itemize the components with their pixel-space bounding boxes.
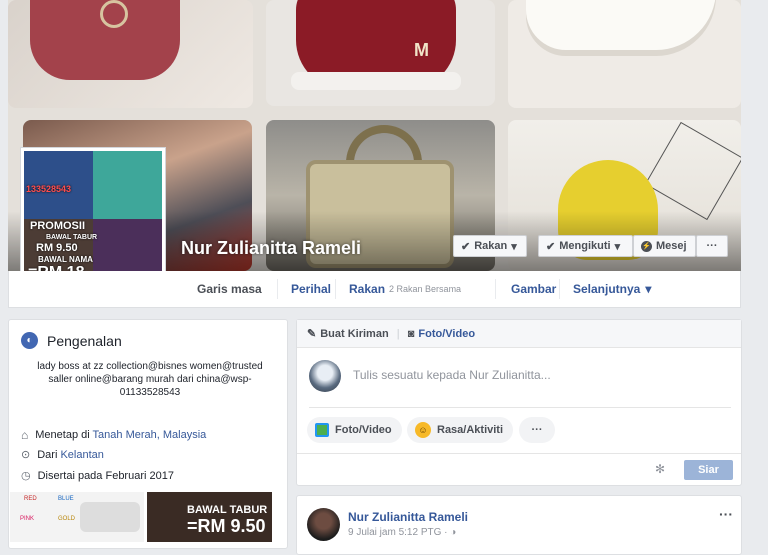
cover-image-red-shoe: M bbox=[266, 0, 495, 106]
profile-pic-text: PROMOSII bbox=[30, 220, 86, 232]
post-options-button[interactable]: ··· bbox=[719, 506, 733, 522]
intro-photo-shoes[interactable]: RED BLUE PINK GOLD bbox=[10, 492, 144, 542]
intro-lives-in: ⌂ Menetap di Tanah Merah, Malaysia bbox=[21, 428, 207, 442]
cover-image-white-shoe bbox=[508, 0, 741, 108]
more-button[interactable]: ··· bbox=[696, 235, 728, 257]
post-author-avatar[interactable] bbox=[307, 508, 340, 541]
home-icon: ⌂ bbox=[21, 428, 29, 442]
from-link[interactable]: Kelantan bbox=[60, 449, 103, 461]
caret-down-icon: ▾ bbox=[511, 240, 517, 253]
profile-pic-text: 133528543 bbox=[26, 184, 72, 194]
friends-button[interactable]: ✔ Rakan ▾ bbox=[453, 235, 527, 257]
intro-joined: ◷ Disertai pada Februari 2017 bbox=[21, 469, 174, 483]
photo-video-tab[interactable]: ◙ Foto/Video bbox=[408, 328, 475, 340]
post-author-name[interactable]: Nur Zulianitta Rameli bbox=[348, 510, 468, 524]
photo-icon bbox=[315, 423, 329, 437]
check-icon: ✔ bbox=[461, 240, 471, 253]
intro-bio: lady boss at zz collection@bisnes women@… bbox=[37, 361, 263, 398]
camera-icon: ◙ bbox=[407, 327, 415, 340]
post-timestamp[interactable]: 9 Julai jam 5:12 PTG · ◑ bbox=[348, 527, 456, 538]
pencil-icon: ✎ bbox=[307, 328, 317, 340]
photo-video-button[interactable]: Foto/Video bbox=[307, 417, 402, 443]
profile-pic-text: BAWAL TABUR bbox=[46, 234, 98, 241]
check-icon: ✔ bbox=[546, 240, 556, 253]
cover-image-handbag bbox=[8, 0, 253, 108]
intro-title: Pengenalan bbox=[47, 333, 122, 349]
share-button[interactable]: Siar bbox=[684, 460, 733, 480]
location-pin-icon: ⊙ bbox=[21, 449, 31, 461]
post-composer: ✎ Buat Kiriman | ◙ Foto/Video Tulis sesu… bbox=[296, 319, 742, 486]
profile-pic-text: RM 9.50 bbox=[36, 242, 78, 254]
intro-from: ⊙ Dari Kelantan bbox=[21, 448, 104, 462]
composer-input[interactable]: Tulis sesuatu kepada Nur Zulianitta... bbox=[353, 368, 551, 382]
tab-friends[interactable]: Rakan 2 Rakan Bersama bbox=[349, 271, 461, 307]
profile-tab-bar: Garis masa Perihal Rakan 2 Rakan Bersama… bbox=[8, 271, 741, 308]
profile-name[interactable]: Nur Zulianitta Rameli bbox=[181, 238, 361, 259]
clock-icon: ◷ bbox=[21, 470, 31, 482]
caret-down-icon: ▾ bbox=[645, 282, 652, 296]
profile-pic-text: BAWAL NAMA bbox=[38, 255, 93, 264]
tab-about[interactable]: Perihal bbox=[291, 271, 331, 307]
globe-icon: ◑ bbox=[450, 527, 457, 538]
feeling-activity-button[interactable]: ☺ Rasa/Aktiviti bbox=[407, 417, 514, 443]
tab-timeline[interactable]: Garis masa bbox=[197, 271, 262, 307]
message-button[interactable]: ⚡ Mesej bbox=[633, 235, 696, 257]
settings-icon[interactable]: ✻ bbox=[655, 462, 665, 476]
composer-header: ✎ Buat Kiriman | ◙ Foto/Video bbox=[297, 320, 741, 348]
following-button[interactable]: ✔ Mengikuti ▾ bbox=[538, 235, 633, 257]
tab-more[interactable]: Selanjutnya ▾ bbox=[573, 271, 651, 307]
tab-photos[interactable]: Gambar bbox=[511, 271, 556, 307]
intro-photo-promo[interactable]: BAWAL TABUR =RM 9.50 bbox=[147, 492, 272, 542]
post-card: Nur Zulianitta Rameli 9 Julai jam 5:12 P… bbox=[296, 495, 742, 555]
smiley-icon: ☺ bbox=[415, 422, 431, 438]
composer-avatar bbox=[309, 360, 341, 392]
messenger-icon: ⚡ bbox=[641, 240, 652, 252]
create-post-tab[interactable]: ✎ Buat Kiriman bbox=[307, 327, 389, 341]
caret-down-icon: ▾ bbox=[614, 240, 621, 253]
more-options-button[interactable]: ··· bbox=[519, 417, 555, 443]
intro-photos[interactable]: RED BLUE PINK GOLD BAWAL TABUR =RM 9.50 bbox=[10, 492, 272, 542]
lives-in-link[interactable]: Tanah Merah, Malaysia bbox=[93, 429, 207, 441]
mutual-friends-count: 2 Rakan Bersama bbox=[389, 284, 462, 294]
globe-icon: ◐ bbox=[21, 332, 38, 349]
